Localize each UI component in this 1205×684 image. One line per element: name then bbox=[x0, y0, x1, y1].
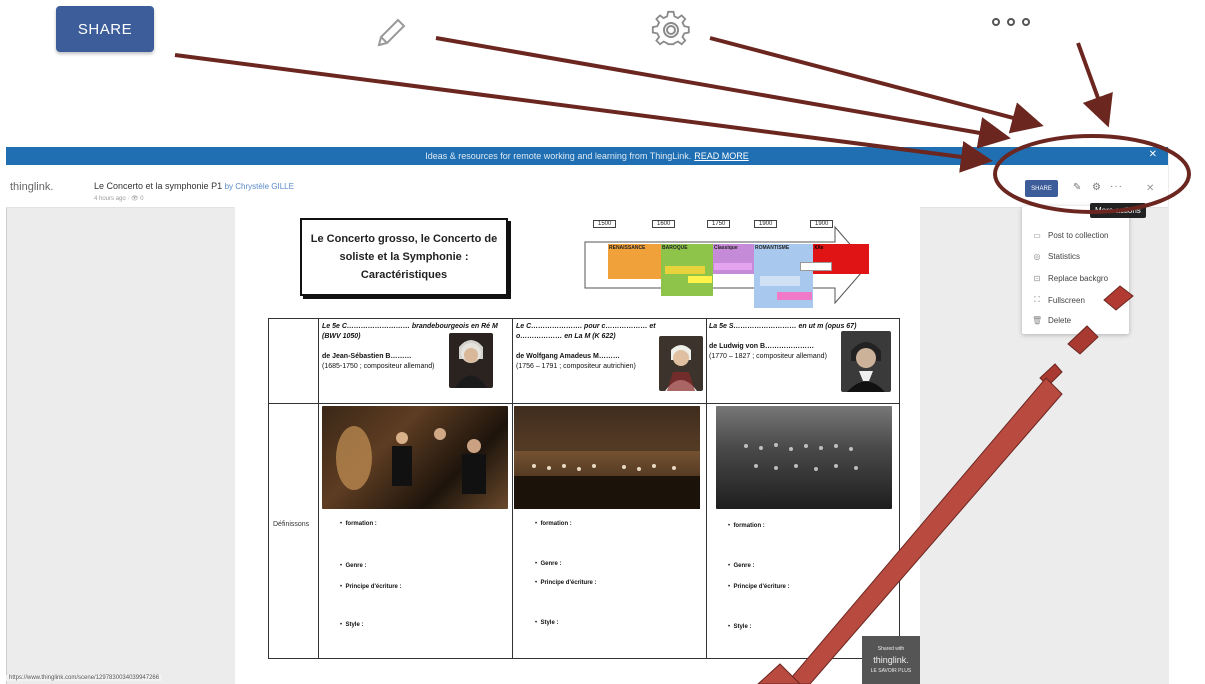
big-red-arrow bbox=[757, 285, 1134, 684]
highlight-ellipse bbox=[993, 134, 1191, 214]
pointer-arrows bbox=[174, 36, 1113, 173]
arrow-pencil bbox=[435, 36, 1011, 149]
arrow-dots bbox=[1076, 42, 1113, 128]
arrow-gear bbox=[709, 36, 1044, 134]
annotation-layer bbox=[174, 36, 1191, 684]
arrow-share bbox=[174, 53, 993, 173]
